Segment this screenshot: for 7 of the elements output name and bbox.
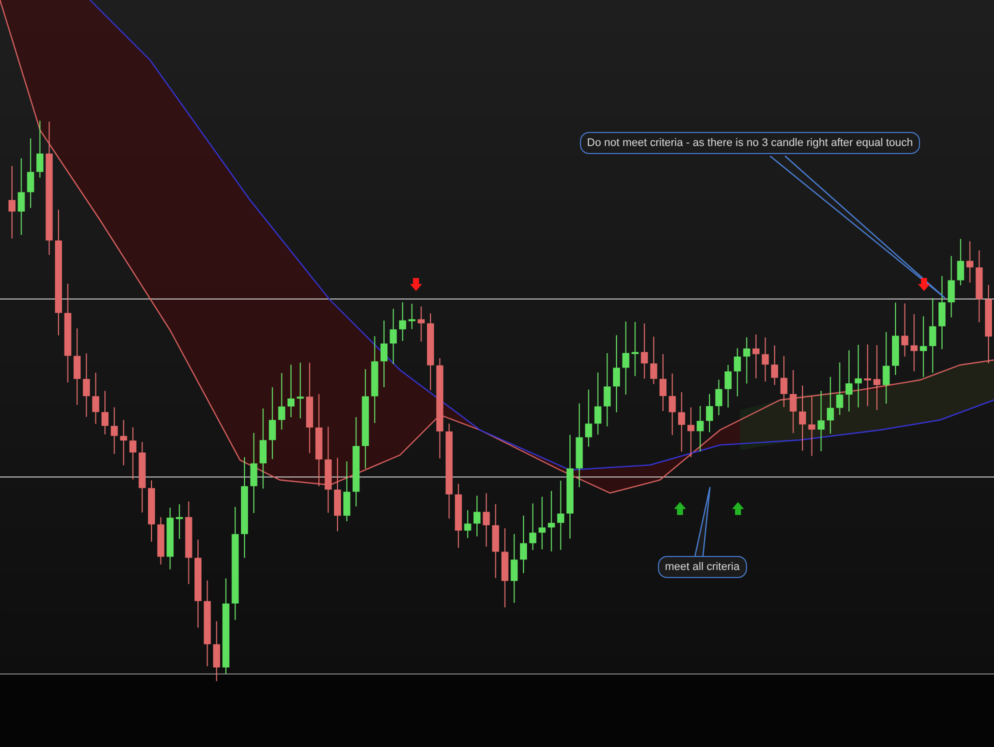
up-arrow-icon bbox=[674, 502, 686, 515]
down-arrow-icon bbox=[918, 278, 930, 291]
down-arrow-icon bbox=[410, 278, 422, 291]
callout-note: meet all criteria bbox=[658, 556, 747, 578]
leader-line bbox=[694, 486, 711, 557]
up-arrow-icon bbox=[732, 502, 744, 515]
callout-note: Do not meet criteria - as there is no 3 candle right after equal touch bbox=[580, 132, 920, 154]
